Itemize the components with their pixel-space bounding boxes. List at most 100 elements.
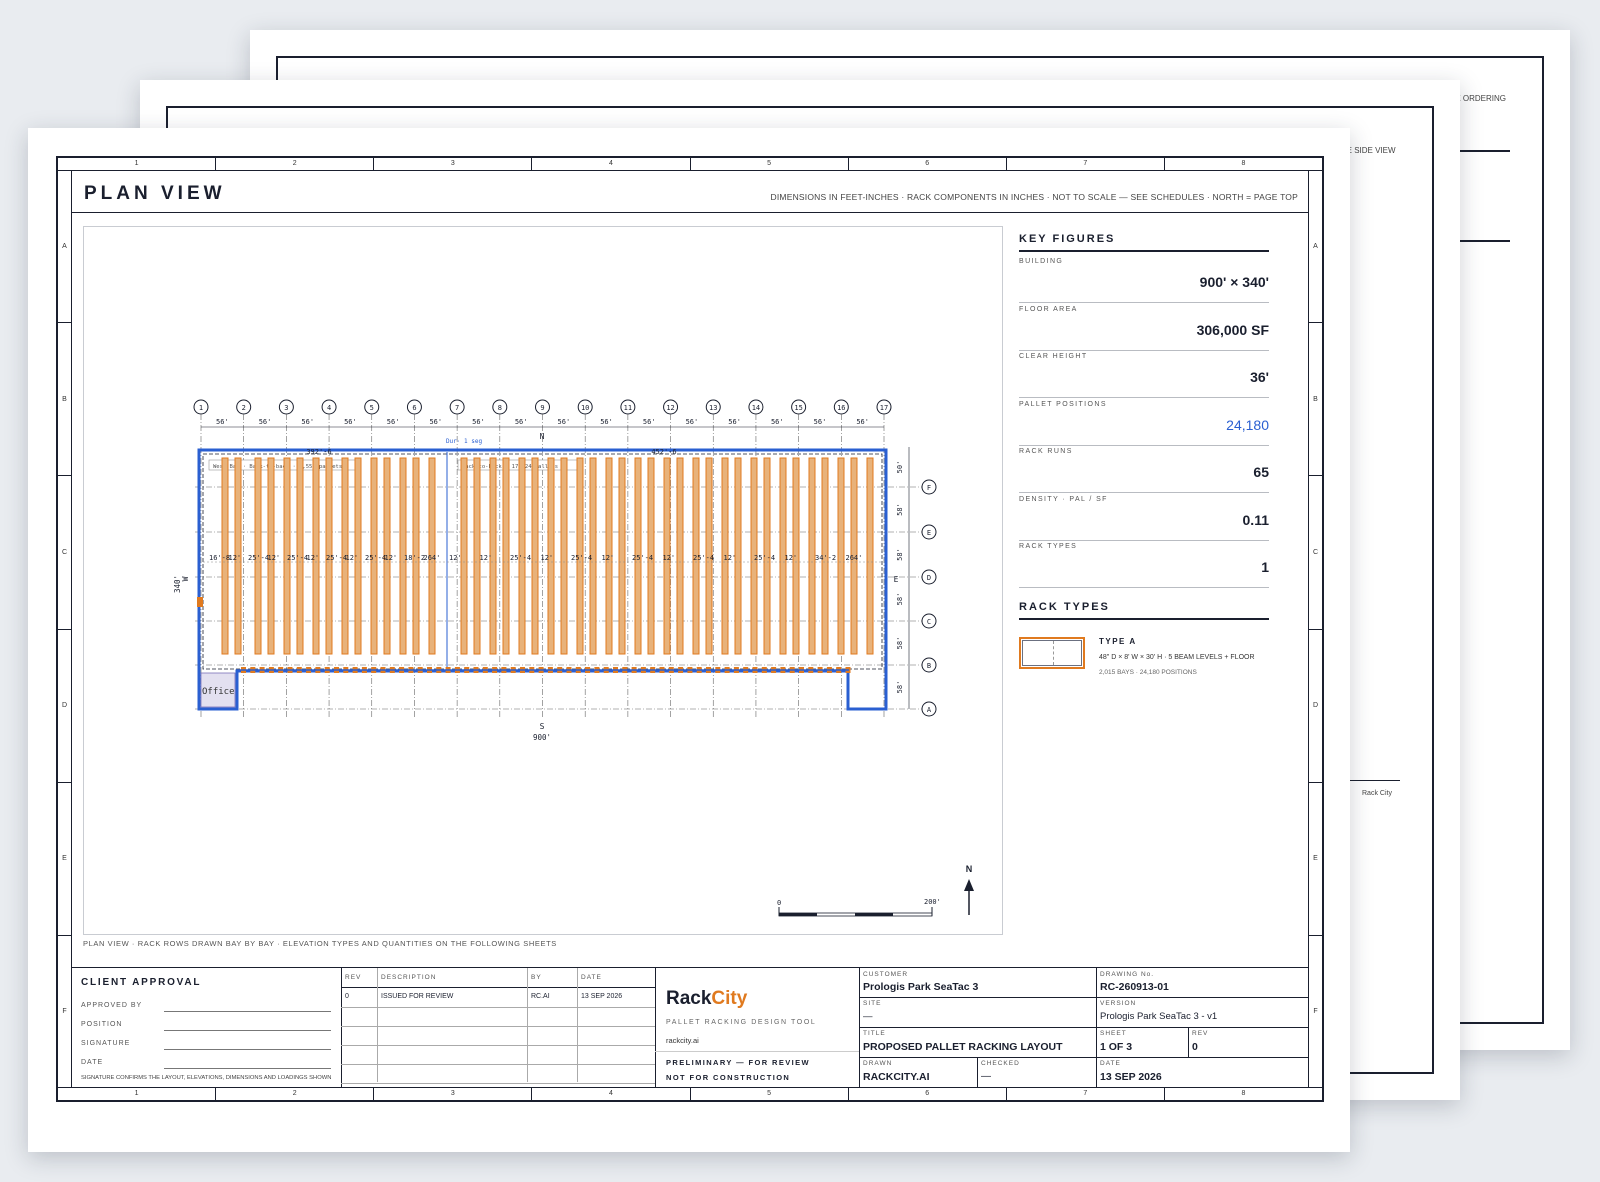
grid-column-label: 2 [242,404,246,412]
date-cell: DATE 13 SEP 2026 [1100,1060,1162,1083]
column-spacing-dim: 56' [259,418,272,426]
version-value: Prologis Park SeaTac 3 - v1 [1100,1011,1218,1022]
column-spacing-dim: 56' [771,418,784,426]
grid-column-label: 3 [284,404,288,412]
zone-letters-left: ABCDEF [58,170,72,1088]
drawing-info-grid: CUSTOMER Prologis Park SeaTac 3 DRAWING … [859,968,1308,1087]
column-spacing-dim: 56' [600,418,613,426]
grid-row-label: E [927,529,931,537]
plan-view-svg[interactable]: 1 56' 2 56' 3 56' 4 56' 5 56' 6 56' 7 56' 8 56' 9 56' 10 56… [84,227,1002,934]
approval-field[interactable]: POSITION [81,1018,331,1032]
key-figure-value: 65 [1253,464,1269,480]
column-spacing-dim: 56' [515,418,528,426]
column-spacing-dim: 56' [216,418,229,426]
row-spacing-dim: 58' [896,637,904,650]
key-figure-label: DENSITY · PAL / SF [1019,495,1108,503]
approval-field[interactable]: SIGNATURE [81,1037,331,1051]
aisle-dim: 25'-4 [693,554,714,562]
top-dim-left: 392'-6 [306,448,331,456]
top-dim-right: 452'-6 [651,448,676,456]
revision-cell: RC.AI [531,993,550,1000]
grid-column-label: 15 [794,404,802,412]
rack-type-a-swatch[interactable] [1019,637,1085,669]
rack-type-a-spec: 48" D × 8' W × 30' H · 5 BEAM LEVELS + F… [1099,654,1255,661]
revision-table: REV DESCRIPTION BY DATE 0 ISSUED FOR REVIEW RC… [341,968,656,1087]
aisle-dim: 12' [268,554,281,562]
north-arrow-label: N [966,864,973,874]
brand-rule [655,1051,859,1052]
revision-header: REV [345,974,362,981]
revision-col-line [577,968,578,1082]
key-figure-row: RACK TYPES 1 [1019,543,1269,588]
key-figure-row: RACK RUNS 65 [1019,448,1269,493]
rack-run [837,457,845,655]
key-figures-panel: KEY FIGURES BUILDING 900' × 340' FLOOR ARE… [1019,233,1269,588]
brand-block: RackCity PALLET RACKING DESIGN TOOL rack… [655,968,860,1087]
approval-field-line [164,1030,331,1031]
header-note: DIMENSIONS IN FEET-INCHES · RACK COMPONE… [770,192,1298,202]
column-spacing-dim: 56' [558,418,571,426]
aisle-dim: 25'-4 [632,554,653,562]
grid-row-label: B [927,662,931,670]
aisle-dim: 25'-4 [571,554,592,562]
grid-column-label: 16 [837,404,845,412]
status-not-for-construction: NOT FOR CONSTRUCTION [666,1073,791,1082]
rack-run [531,457,539,655]
customer-value: Prologis Park SeaTac 3 [863,981,979,993]
rack-run [618,457,626,655]
south-label: S [540,722,545,731]
office-label: Office [202,687,235,697]
status-preliminary: PRELIMINARY — FOR REVIEW [666,1058,811,1067]
client-approval-note: SIGNATURE CONFIRMS THE LAYOUT, ELEVATION… [81,1075,332,1081]
title-block: CLIENT APPROVAL APPROVED BY POSITION SIGNA… [72,967,1308,1087]
sheet-cell: SHEET 1 OF 3 [1096,1027,1189,1058]
aisle-dim: 25'-4 [326,554,347,562]
grid-column-label: 12 [666,404,674,412]
approval-field-label: DATE [81,1059,104,1066]
column-spacing-dim: 56' [301,418,314,426]
top-dim-center: Dur· 1 seg [446,438,483,445]
row-spacing-dim: 58' [896,681,904,694]
sheet-1[interactable]: 12345678 12345678 ABCDEF ABCDEF PLAN VIE… [28,128,1350,1152]
rack-run [460,457,468,655]
version-cell: VERSION Prologis Park SeaTac 3 - v1 [1096,997,1308,1028]
grid-column-label: 17 [880,404,888,412]
drawn-cell: DRAWN RACKCITY.AI [859,1057,978,1087]
key-figure-value: 1 [1261,559,1269,575]
column-spacing-dim: 56' [856,418,869,426]
aisle-dim: 264' [846,554,863,562]
revision-header: BY [531,974,542,981]
grid-column-label: 9 [540,404,544,412]
key-figure-row: CLEAR HEIGHT 36' [1019,353,1269,398]
rack-types-panel: RACK TYPES TYPE A 48" D × 8' W × 30' H ·… [1019,601,1269,681]
page-title: PLAN VIEW [84,183,226,204]
approval-field[interactable]: APPROVED BY [81,999,331,1013]
plan-drawing-box[interactable]: 1 56' 2 56' 3 56' 4 56' 5 56' 6 56' 7 56' 8 56' 9 56' 10 56… [83,226,1003,935]
aisle-dim: 12' [449,554,462,562]
west-bay-label: West Bay · Back-to-back · 6,556 pallets [213,464,342,470]
key-figure-value: 900' × 340' [1199,274,1269,290]
rack-type-a-detail: 2,015 BAYS · 24,180 POSITIONS [1099,669,1197,676]
row-spacing-dim: 58' [896,503,904,516]
approval-field-label: SIGNATURE [81,1040,131,1047]
rack-run [866,457,874,655]
key-figure-value: 306,000 SF [1196,321,1269,338]
scale-bar-seg [779,913,817,916]
grid-row-label: C [927,618,931,626]
header-rule [72,212,1308,213]
brand-url[interactable]: rackcity.ai [666,1036,699,1045]
grid-column-label: 6 [412,404,416,412]
approval-field[interactable]: DATE [81,1056,331,1070]
title-cell: TITLE PROPOSED PALLET RACKING LAYOUT [859,1027,1097,1058]
column-spacing-dim: 56' [472,418,485,426]
revision-header: DESCRIPTION [381,974,437,981]
grid-row-label: F [927,484,931,492]
aisle-dim: 264' [424,554,441,562]
customer-cell: CUSTOMER Prologis Park SeaTac 3 [859,968,1097,998]
column-spacing-dim: 56' [814,418,827,426]
revision-row [341,1064,655,1084]
scale-zero: 0 [777,899,781,907]
rev-cell: REV 0 [1188,1027,1308,1058]
plan-caption: PLAN VIEW · RACK ROWS DRAWN BAY BY BAY ·… [83,939,557,948]
drawn-value: RACKCITY.AI [863,1071,930,1083]
